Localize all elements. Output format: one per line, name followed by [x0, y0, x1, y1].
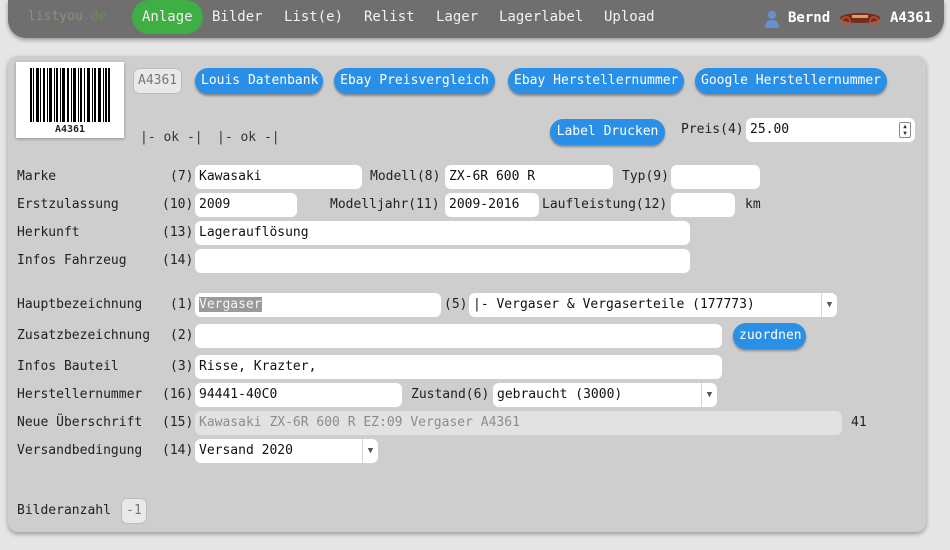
modelljahr-input[interactable]: 2009-2016: [444, 192, 540, 218]
marke-num: (7): [170, 169, 194, 184]
nav-lagerlabel[interactable]: Lagerlabel: [499, 0, 583, 34]
barcode-icon: [30, 68, 110, 122]
logo-part-1: listyou: [28, 9, 83, 24]
title-char-count: 41: [851, 415, 867, 430]
erstzulassung-label: Erstzulassung: [17, 197, 119, 212]
chevron-down-icon[interactable]: ▼: [821, 293, 837, 317]
preis-input[interactable]: 25.00 ▲ ▼: [745, 117, 916, 143]
infos-bauteil-label: Infos Bauteil: [17, 359, 119, 374]
typ-label: Typ(9): [622, 169, 669, 184]
herstellernummer-num: (16): [162, 387, 194, 402]
hauptbezeichnung-num: (1): [170, 297, 194, 312]
laufleistung-input[interactable]: [670, 192, 736, 218]
versandbedingung-value: Versand 2020: [199, 443, 293, 458]
kategorie-select[interactable]: |- Vergaser & Vergaserteile (177773) ▼: [468, 292, 838, 318]
nav-lager[interactable]: Lager: [436, 0, 478, 34]
bilderanzahl-value: -1: [121, 498, 147, 524]
barcode-label: A4361: [16, 62, 124, 138]
neue-ueberschrift-input: Kawasaki ZX-6R 600 R EZ:09 Vergaser A436…: [194, 410, 843, 436]
erstzulassung-input[interactable]: 2009: [194, 192, 298, 218]
status-ok-2: |- ok -|: [217, 130, 280, 145]
nav-relist[interactable]: Relist: [364, 0, 415, 34]
preis-label: Preis(4): [681, 122, 744, 137]
zustand-value: gebraucht (3000): [497, 387, 623, 402]
zustand-select[interactable]: gebraucht (3000) ▼: [492, 382, 718, 408]
laufleistung-label: Laufleistung(12): [542, 197, 668, 212]
louis-datenbank-button[interactable]: Louis Datenbank: [195, 68, 323, 94]
google-herstellernummer-button[interactable]: Google Herstellernummer: [695, 68, 887, 94]
modell-input[interactable]: ZX-6R 600 R: [444, 164, 614, 190]
versandbedingung-num: (14): [162, 443, 194, 458]
label-drucken-button[interactable]: Label Drucken: [550, 119, 665, 145]
barcode-text: A4361: [54, 124, 86, 135]
user-name[interactable]: Bernd: [788, 10, 830, 26]
chevron-down-icon[interactable]: ▼: [362, 439, 378, 463]
infos-fahrzeug-label: Infos Fahrzeug: [17, 253, 127, 268]
top-nav-bar: listyou.de Anlage Bilder List(e) Relist …: [8, 0, 944, 38]
item-form-panel: A4361 A4361 Louis Datenbank Ebay Preisve…: [8, 56, 926, 532]
logo-part-3: de: [90, 9, 107, 24]
nav-anlage[interactable]: Anlage: [132, 0, 203, 34]
modelljahr-label: Modelljahr(11): [330, 197, 440, 212]
site-logo[interactable]: listyou.de: [28, 9, 106, 24]
hauptbezeichnung-label: Hauptbezeichnung: [17, 297, 143, 312]
herkunft-label: Herkunft: [17, 225, 80, 240]
ebay-preisvergleich-button[interactable]: Ebay Preisvergleich: [334, 68, 495, 94]
modell-label: Modell(8): [370, 169, 441, 184]
motorcycle-brand-icon: [840, 13, 880, 26]
hauptbezeichnung-value: Vergaser: [199, 297, 262, 312]
infos-fahrzeug-input[interactable]: [194, 248, 691, 274]
ebay-herstellernummer-button[interactable]: Ebay Herstellernummer: [508, 68, 684, 94]
erstzulassung-num: (10): [162, 197, 194, 212]
logo-part-2: .: [82, 9, 91, 24]
nav-liste[interactable]: List(e): [284, 0, 343, 34]
chevron-down-icon[interactable]: ▼: [701, 383, 717, 407]
herkunft-input[interactable]: Lagerauflösung: [194, 220, 691, 246]
kategorie-value: |- Vergaser & Vergaserteile (177773): [473, 297, 755, 312]
kategorie-num: (5): [444, 297, 468, 312]
herkunft-num: (13): [162, 225, 194, 240]
zuordnen-button[interactable]: zuordnen: [733, 323, 806, 349]
infos-fahrzeug-num: (14): [162, 253, 194, 268]
bilderanzahl-label: Bilderanzahl: [17, 503, 111, 518]
infos-bauteil-num: (3): [170, 359, 194, 374]
zusatzbezeichnung-input[interactable]: [194, 323, 723, 349]
neue-ueberschrift-label: Neue Überschrift: [17, 415, 143, 430]
marke-input[interactable]: Kawasaki: [194, 164, 363, 190]
nav-bilder[interactable]: Bilder: [212, 0, 263, 34]
status-ok-1: |- ok -|: [140, 130, 203, 145]
marke-label: Marke: [17, 169, 57, 184]
infos-bauteil-input[interactable]: Risse, Krazter,: [194, 354, 723, 380]
current-item-id: A4361: [890, 10, 933, 26]
zusatzbezeichnung-label: Zusatzbezeichnung: [17, 328, 151, 343]
typ-input[interactable]: [670, 164, 761, 190]
user-icon[interactable]: [764, 10, 780, 28]
item-id-tag: A4361: [133, 68, 183, 94]
zustand-label: Zustand(6): [411, 387, 490, 402]
zusatzbezeichnung-num: (2): [170, 328, 194, 343]
laufleistung-unit: km: [745, 197, 761, 212]
neue-ueberschrift-num: (15): [162, 415, 194, 430]
versandbedingung-select[interactable]: Versand 2020 ▼: [194, 438, 379, 464]
herstellernummer-label: Herstellernummer: [17, 387, 143, 402]
nav-upload[interactable]: Upload: [604, 0, 655, 34]
hauptbezeichnung-input[interactable]: Vergaser: [194, 292, 442, 318]
herstellernummer-input[interactable]: 94441-40C0: [194, 382, 403, 408]
versandbedingung-label: Versandbedingung: [17, 443, 143, 458]
preis-value: 25.00: [750, 122, 790, 137]
number-spinner-icon[interactable]: ▲ ▼: [899, 122, 911, 138]
